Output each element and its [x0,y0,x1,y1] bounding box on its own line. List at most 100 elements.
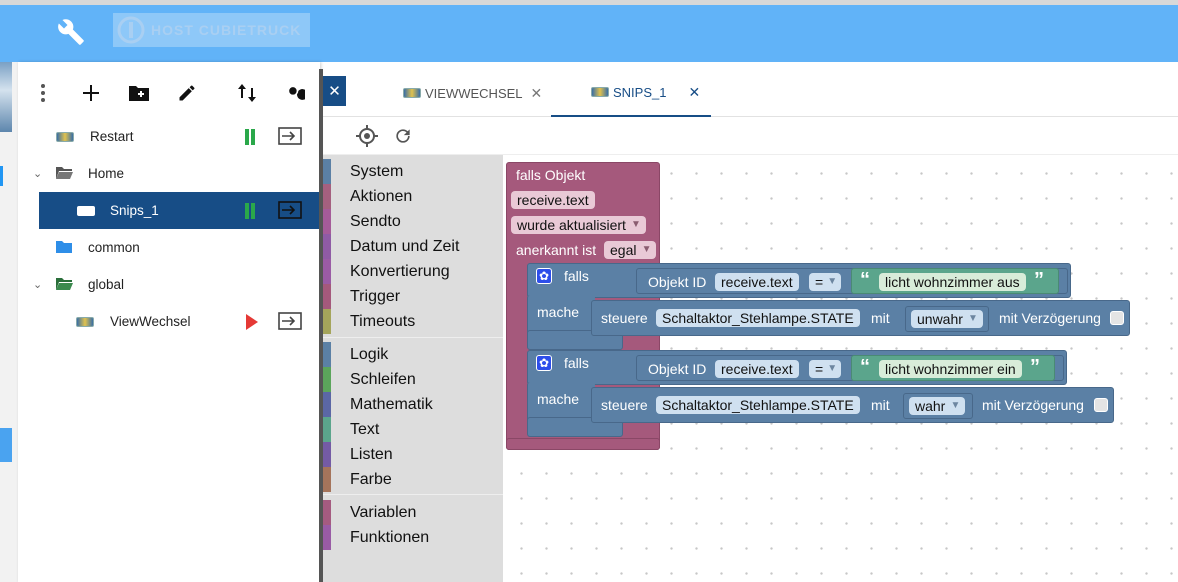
edit-icon[interactable] [174,80,200,106]
toolbox-category-sendto[interactable]: Sendto [323,209,503,234]
trigger-object-field[interactable]: receive.text [511,191,595,209]
target-icon[interactable] [356,125,378,147]
target-object-field[interactable]: Schaltaktor_Stehlampe.STATE [656,309,860,327]
tree-item-viewwechsel[interactable]: ViewWechsel [18,303,320,340]
tree-item-label: global [88,277,125,292]
host-selector[interactable]: HOST CUBIETRUCK [113,13,310,47]
gear-icon[interactable]: ✿ [536,355,552,371]
script-icon [77,205,95,216]
toolbox-category-funktionen[interactable]: Funktionen [323,525,503,550]
export-icon[interactable] [278,201,302,219]
ack-dropdown[interactable]: egal ▼ [604,241,657,259]
operator-dropdown[interactable]: = ▼ [809,273,842,291]
export-icon[interactable] [278,127,302,145]
value-text: unwahr [917,311,963,327]
category-swatch [323,342,331,367]
open-quote-icon: “ [860,356,870,378]
tab-snips-1[interactable]: SNIPS_1 ✕ [551,69,711,117]
tab-viewwechsel[interactable]: VIEWWECHSEL ✕ [403,69,542,117]
close-icon[interactable]: ✕ [531,85,543,102]
steuere-label: steuere [601,397,648,413]
category-label: Text [350,420,380,438]
category-swatch [323,525,331,550]
toolbox-category-datum[interactable]: Datum und Zeit [323,234,503,259]
operator-value: = [815,274,824,290]
tree-item-label: common [88,240,140,255]
steuere-label: steuere [601,310,648,326]
add-icon[interactable] [78,80,104,106]
category-label: Datum und Zeit [350,237,460,255]
toolbox-category-farbe[interactable]: Farbe [323,467,503,492]
tree-item-home[interactable]: ⌄ Home [18,155,320,192]
tree-item-restart[interactable]: Restart [18,118,320,155]
expand-arrow-icon[interactable]: ⌄ [33,278,42,291]
toolbox-category-aktionen[interactable]: Aktionen [323,184,503,209]
text-field[interactable]: licht wohnzimmer ein [879,360,1022,378]
category-label: Trigger [350,287,401,305]
blockly-workspace[interactable]: falls Objekt receive.text wurde aktualis… [503,155,1178,582]
sort-icon[interactable] [234,80,260,106]
toolbox-category-logik[interactable]: Logik [323,342,503,367]
collapse-tree-button[interactable]: ✕ [323,76,346,106]
menu-dots-icon[interactable] [30,80,56,106]
script-icon [591,87,609,97]
toolbox-category-text[interactable]: Text [323,417,503,442]
operator-dropdown[interactable]: = ▼ [809,360,842,378]
host-label: HOST CUBIETRUCK [151,22,302,38]
tree-item-common[interactable]: common [18,229,320,266]
close-icon[interactable]: ✕ [688,84,700,101]
objekt-id-field[interactable]: receive.text [715,360,799,378]
edge-indicator [0,166,3,186]
toolbox-category-variablen[interactable]: Variablen [323,500,503,525]
value-dropdown[interactable]: unwahr ▼ [911,310,983,328]
background-image [0,62,12,132]
search-icon[interactable] [282,80,308,106]
sidebar-toolbar [18,62,320,124]
folder-open-icon [56,167,73,179]
toolbox-category-timeouts[interactable]: Timeouts [323,309,503,334]
expand-arrow-icon[interactable]: ⌄ [33,167,42,180]
delay-checkbox[interactable] [1110,311,1124,325]
value-dropdown[interactable]: wahr ▼ [909,397,966,415]
export-icon[interactable] [278,312,302,330]
category-label: System [350,162,404,180]
tree-item-global[interactable]: ⌄ global [18,266,320,303]
close-quote-icon: ” [1034,269,1044,291]
trigger-block-bottom [506,438,660,450]
category-label: Sendto [350,212,401,230]
script-tree-sidebar: Restart ⌄ Home Snips_1 common ⌄ global V… [18,62,320,582]
pause-icon[interactable] [243,203,257,219]
play-icon[interactable] [246,314,258,330]
toolbox-category-mathematik[interactable]: Mathematik [323,392,503,417]
wrench-icon[interactable] [57,18,85,46]
category-label: Aktionen [350,187,413,205]
add-folder-icon[interactable] [126,80,152,106]
tree-item-snips-1[interactable]: Snips_1 [39,192,320,229]
category-label: Timeouts [350,312,416,330]
gear-icon[interactable]: ✿ [536,268,552,284]
target-object-field[interactable]: Schaltaktor_Stehlampe.STATE [656,396,860,414]
toolbox-category-listen[interactable]: Listen [323,442,503,467]
operator-value: = [815,361,824,377]
close-quote-icon: ” [1030,356,1040,378]
trigger-event-dropdown[interactable]: wurde aktualisiert ▼ [511,216,646,234]
edge-selection [0,428,12,462]
category-label: Konvertierung [350,262,450,280]
category-swatch [323,500,331,525]
delay-checkbox[interactable] [1094,398,1108,412]
editor-tabs: VIEWWECHSEL ✕ SNIPS_1 ✕ [323,69,1178,117]
toolbox-category-konvertierung[interactable]: Konvertierung [323,259,503,284]
folder-icon [56,241,72,253]
toolbox-category-trigger[interactable]: Trigger [323,284,503,309]
pause-icon[interactable] [243,129,257,145]
toolbox-category-schleifen[interactable]: Schleifen [323,367,503,392]
refresh-icon[interactable] [393,126,413,146]
text-field[interactable]: licht wohnzimmer aus [879,273,1026,291]
tab-label: VIEWWECHSEL [425,85,523,101]
objekt-id-field[interactable]: receive.text [715,273,799,291]
script-icon [403,88,421,98]
objekt-id-label: Objekt ID [648,361,707,377]
objekt-id-label: Objekt ID [648,274,707,290]
toolbox-category-system[interactable]: System [323,159,503,184]
tab-label: SNIPS_1 [613,84,667,100]
